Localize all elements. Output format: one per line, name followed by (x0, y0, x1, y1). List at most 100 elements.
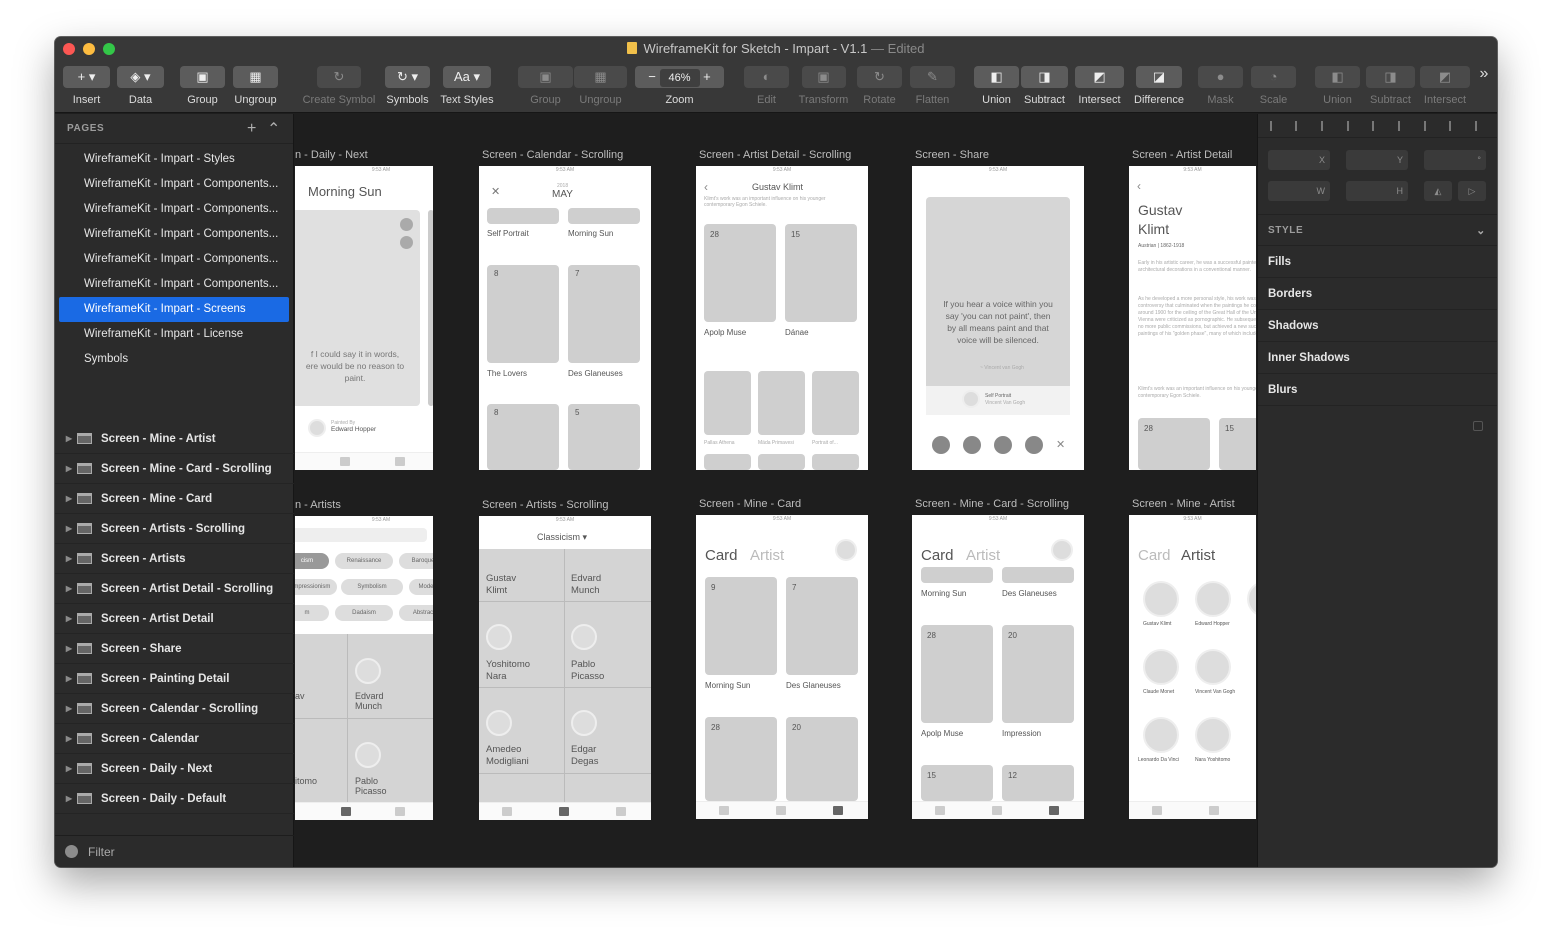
profile-avatar[interactable] (1051, 539, 1073, 561)
avatar[interactable] (1195, 581, 1231, 617)
align-top-icon[interactable] (1372, 120, 1382, 131)
chip[interactable]: Impressionism (295, 579, 337, 595)
artist-name[interactable]: Yoshitomo Nara (486, 659, 530, 683)
disclosure-icon[interactable]: ▶ (61, 584, 77, 593)
close-window-button[interactable] (63, 43, 75, 55)
transform-button[interactable]: ▣ Transform (795, 66, 852, 106)
page-item[interactable]: WireframeKit - Impart - Components... (59, 222, 289, 247)
page-item[interactable]: WireframeKit - Impart - Styles (59, 147, 289, 172)
align-baseline-icon[interactable] (1475, 120, 1485, 131)
close-icon[interactable]: ✕ (1056, 438, 1065, 451)
artist-name[interactable]: Pablo Picasso (571, 659, 604, 683)
ungroup-button-2[interactable]: ▦ Ungroup (574, 66, 627, 106)
text-styles-button[interactable]: Aa ▾ Text Styles (438, 66, 496, 106)
artboard-mine-card-scrolling[interactable]: 9:53 AM Card Artist Morning Sun Des Glan… (912, 515, 1084, 819)
avatar[interactable] (1143, 649, 1179, 685)
close-icon[interactable]: ✕ (491, 185, 500, 198)
artist-name[interactable]: Amedeo Modigliani (486, 744, 529, 768)
profile-avatar[interactable] (835, 539, 857, 561)
tab-artist[interactable]: Artist (750, 547, 784, 564)
scale-button[interactable]: ◔ Scale (1251, 66, 1296, 106)
artist-name[interactable]: Gustav Klimt (486, 573, 516, 597)
align-left-icon[interactable] (1269, 120, 1280, 131)
layer-row[interactable]: ▶ Screen - Share (55, 634, 294, 664)
artboard-mine-card[interactable]: 9:53 AM Card Artist 9 7 Morning Sun Des … (696, 515, 868, 819)
disclosure-icon[interactable]: ▶ (61, 494, 77, 503)
shadows-section[interactable]: Shadows (1258, 310, 1497, 342)
chip[interactable]: Mode (409, 579, 433, 595)
artist-name[interactable]: av (295, 691, 305, 701)
align-middle-icon[interactable] (1398, 120, 1408, 131)
chip-selected[interactable]: cism (295, 553, 329, 569)
flip-vertical-icon[interactable]: ▷ (1458, 181, 1486, 201)
group-button[interactable]: ▣ Group (180, 66, 225, 106)
artboard-title[interactable]: Screen - Artists - Scrolling (482, 499, 609, 511)
artboard-artist-detail-scrolling[interactable]: 9:53 AM ‹ Gustav Klimt Klimt's work was … (696, 166, 868, 470)
artboard-artist-detail[interactable]: 9:53 AM ‹ Gustav Klimt Austrian | 1862-1… (1129, 166, 1256, 470)
style-header[interactable]: STYLE ⌄ (1258, 214, 1497, 246)
layer-row[interactable]: ▶ Screen - Artist Detail - Scrolling (55, 574, 294, 604)
edit-button[interactable]: ◐ Edit (744, 66, 789, 106)
tab-card[interactable]: Card (1138, 547, 1171, 564)
borders-section[interactable]: Borders (1258, 278, 1497, 310)
intersect-button[interactable]: ◩ Intersect (1075, 66, 1124, 106)
group-button-2[interactable]: ▣ Group (518, 66, 573, 106)
union-button[interactable]: ◧ Union (974, 66, 1019, 106)
artist-name[interactable]: Edvard Munch (571, 573, 601, 597)
rotation-field[interactable]: ° (1424, 150, 1486, 170)
twitter-icon[interactable] (932, 436, 950, 454)
page-item[interactable]: Symbols (59, 347, 289, 372)
page-item[interactable]: WireframeKit - Impart - Components... (59, 197, 289, 222)
zoom-out-icon[interactable]: − (648, 69, 656, 84)
tab-card[interactable]: Card (921, 547, 954, 564)
disclosure-icon[interactable]: ▶ (61, 644, 77, 653)
layer-row[interactable]: ▶ Screen - Artists (55, 544, 294, 574)
create-symbol-button[interactable]: ↻ Create Symbol (299, 66, 379, 106)
artist-name[interactable]: itomo (295, 776, 317, 786)
canvas[interactable]: n - Daily - Next 9:53 AM Morning Sun f I… (295, 114, 1256, 867)
rotate-button[interactable]: ↻ Rotate (857, 66, 902, 106)
align-bottom-icon[interactable] (1449, 120, 1459, 131)
layer-row[interactable]: ▶ Screen - Mine - Artist (55, 424, 294, 454)
disclosure-icon[interactable]: ▶ (61, 614, 77, 623)
instagram-icon[interactable] (1025, 436, 1043, 454)
artboard-title[interactable]: Screen - Mine - Card (699, 498, 801, 510)
zoom-control[interactable]: − 46% + Zoom (635, 66, 724, 106)
avatar[interactable] (1195, 717, 1231, 753)
flatten-button[interactable]: ✎ Flatten (910, 66, 955, 106)
layer-row[interactable]: ▶ Screen - Daily - Next (55, 754, 294, 784)
artboard-title[interactable]: Screen - Mine - Card - Scrolling (915, 498, 1069, 510)
page-item[interactable]: WireframeKit - Impart - License (59, 322, 289, 347)
layer-row[interactable]: ▶ Screen - Artists - Scrolling (55, 514, 294, 544)
union-button-2[interactable]: ◧ Union (1315, 66, 1360, 106)
chip[interactable]: Dadaism (335, 605, 393, 621)
chip[interactable]: Renaissance (335, 553, 393, 569)
align-right-icon[interactable] (1346, 120, 1357, 131)
fills-section[interactable]: Fills (1258, 246, 1497, 278)
page-item[interactable]: WireframeKit - Impart - Components... (59, 247, 289, 272)
tab-artist[interactable]: Artist (1181, 547, 1215, 564)
chip[interactable]: m (295, 605, 329, 621)
artboard-calendar-scrolling[interactable]: 9:53 AM ✕ 2018 MAY Self Portrait Morning… (479, 166, 651, 470)
disclosure-icon[interactable]: ▶ (61, 464, 77, 473)
artboard-share[interactable]: 9:53 AM If you hear a voice within you s… (912, 166, 1084, 470)
chip[interactable]: Baroque (399, 553, 433, 569)
artboard-title[interactable]: n - Daily - Next (295, 149, 368, 161)
artboard-mine-artist[interactable]: 9:53 AM Card Artist Gustav Klimt Edward … (1129, 515, 1256, 819)
mask-button[interactable]: ● Mask (1198, 66, 1243, 106)
y-field[interactable]: Y (1346, 150, 1408, 170)
minimize-window-button[interactable] (83, 43, 95, 55)
layer-row[interactable]: ▶ Screen - Calendar (55, 724, 294, 754)
disclosure-icon[interactable]: ▶ (61, 674, 77, 683)
disclosure-icon[interactable]: ▶ (61, 554, 77, 563)
artboard-artists[interactable]: 9:53 AM cism Renaissance Baroque Impress… (295, 516, 433, 820)
flip-horizontal-icon[interactable]: ◭ (1424, 181, 1452, 201)
layer-row[interactable]: ▶ Screen - Artist Detail (55, 604, 294, 634)
layer-row[interactable]: ▶ Screen - Painting Detail (55, 664, 294, 694)
layer-row[interactable]: ▶ Screen - Daily - Default (55, 784, 294, 814)
artboard-title[interactable]: n - Artists (295, 499, 341, 511)
disclosure-icon[interactable]: ▶ (61, 764, 77, 773)
facebook-icon[interactable] (963, 436, 981, 454)
add-page-icon[interactable]: + (247, 120, 257, 138)
zoom-window-button[interactable] (103, 43, 115, 55)
